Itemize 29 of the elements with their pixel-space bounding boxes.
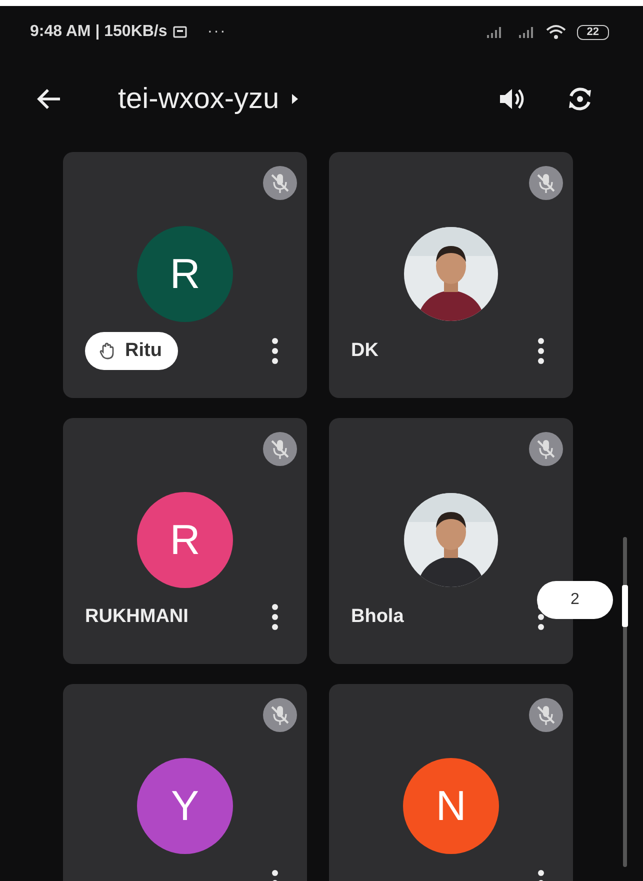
signal-icon [486,26,501,38]
initial-avatar: Y [137,758,233,854]
more-options-icon[interactable] [537,337,545,365]
caret-icon[interactable] [291,93,300,105]
page-indicator: 2 [537,581,613,619]
wifi-icon [544,24,567,40]
participant-tile[interactable]: R RUKHMANI [63,418,307,664]
status-time: 9:48 AM | 150KB/s [30,23,168,41]
participant-name: RUKHMANI [85,606,188,628]
initial-avatar: R [137,226,233,322]
hand-icon [99,342,115,360]
message-icon [173,26,188,38]
meeting-code[interactable]: tei-wxox-yzu [118,82,280,116]
initial-avatar: N [403,758,499,854]
participant-name: Bhola [351,606,404,628]
more-options-icon[interactable] [271,603,279,631]
participant-name: DK [351,340,378,362]
back-arrow-icon[interactable] [36,88,62,110]
speaker-icon[interactable] [497,86,525,112]
initial-avatar: R [137,492,233,588]
page-scrollbar[interactable] [621,537,629,867]
participant-tile[interactable]: R Ritu [63,152,307,398]
participant-tile[interactable]: Y [63,684,307,881]
battery-indicator: 22 [576,24,609,40]
raised-hand-name: Ritu [85,332,178,370]
more-notifications: ··· [207,23,226,41]
more-options-icon[interactable] [271,337,279,365]
participant-tile[interactable]: DK [329,152,573,398]
signal-icon [518,26,533,38]
